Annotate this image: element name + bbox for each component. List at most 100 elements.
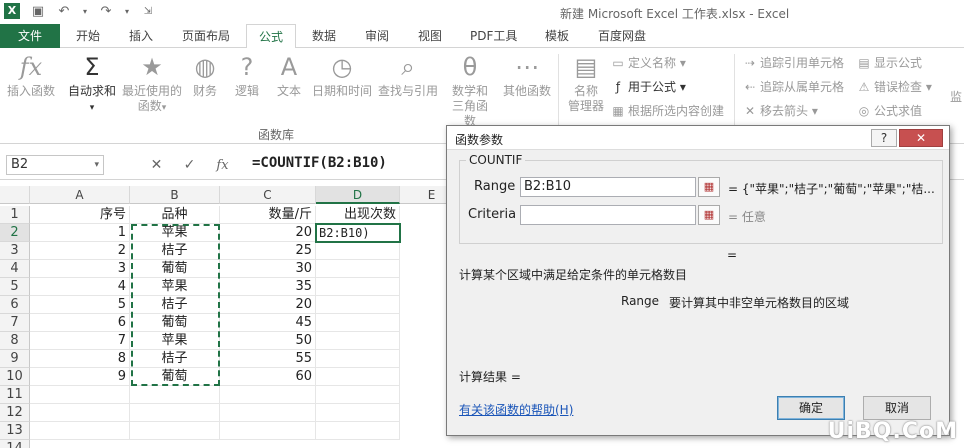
- row-header-3[interactable]: 3: [0, 242, 30, 260]
- name-box-dropdown-icon[interactable]: ▾: [94, 156, 99, 174]
- empty-cell[interactable]: [30, 422, 130, 440]
- column-header-a[interactable]: A: [30, 186, 130, 204]
- column-header-d[interactable]: D: [316, 186, 400, 204]
- financial-button[interactable]: ◍ 财务: [188, 52, 222, 99]
- empty-cell[interactable]: [220, 422, 316, 440]
- show-formulas-button[interactable]: ▤ 显示公式: [856, 54, 922, 72]
- empty-cell[interactable]: [316, 332, 400, 350]
- column-header-c[interactable]: C: [220, 186, 316, 204]
- tab-view[interactable]: 视图: [418, 24, 442, 48]
- watch-window-partial[interactable]: 监: [950, 88, 962, 106]
- tab-templates[interactable]: 模板: [545, 24, 569, 48]
- cell-c6[interactable]: 20: [220, 296, 316, 314]
- row-header-2[interactable]: 2: [0, 224, 30, 242]
- empty-cell[interactable]: [316, 422, 400, 440]
- formula-input[interactable]: =COUNTIF(B2:B10): [252, 155, 387, 171]
- cell-c1[interactable]: 数量/斤: [220, 206, 316, 224]
- tab-pdf-tools[interactable]: PDF工具: [470, 24, 517, 48]
- more-functions-button[interactable]: ⋯ 其他函数: [502, 52, 552, 99]
- row-header-9[interactable]: 9: [0, 350, 30, 368]
- redo-dropdown-icon[interactable]: ▾: [124, 7, 130, 16]
- tab-review[interactable]: 审阅: [365, 24, 389, 48]
- logical-button[interactable]: ? 逻辑: [230, 52, 264, 99]
- cell-c2[interactable]: 20: [220, 224, 316, 242]
- customize-qat-icon[interactable]: ⇲: [140, 6, 156, 17]
- cell-a1[interactable]: 序号: [30, 206, 130, 224]
- cell-c5[interactable]: 35: [220, 278, 316, 296]
- cell-b1[interactable]: 品种: [130, 206, 220, 224]
- error-checking-button[interactable]: ⚠ 错误检查 ▾: [856, 78, 932, 96]
- save-icon[interactable]: ▣: [30, 4, 46, 19]
- empty-cell[interactable]: [30, 404, 130, 422]
- tab-file[interactable]: 文件: [0, 24, 60, 48]
- undo-icon[interactable]: ↶: [56, 4, 72, 19]
- row-header-7[interactable]: 7: [0, 314, 30, 332]
- name-manager-button[interactable]: ▤ 名称 管理器: [564, 52, 608, 114]
- autosum-button[interactable]: Σ 自动求和 ▾: [64, 52, 120, 116]
- insert-function-button[interactable]: fx 插入函数: [4, 52, 58, 99]
- create-from-selection-button[interactable]: ▦ 根据所选内容创建: [610, 102, 724, 120]
- empty-cell[interactable]: [220, 386, 316, 404]
- tab-home[interactable]: 开始: [76, 24, 100, 48]
- empty-cell[interactable]: [316, 350, 400, 368]
- empty-cell[interactable]: [130, 404, 220, 422]
- tab-formulas[interactable]: 公式: [246, 24, 296, 49]
- row-header-4[interactable]: 4: [0, 260, 30, 278]
- row-header-10[interactable]: 10: [0, 368, 30, 386]
- cell-a2[interactable]: 1: [30, 224, 130, 242]
- row-header-8[interactable]: 8: [0, 332, 30, 350]
- redo-icon[interactable]: ↷: [98, 4, 114, 19]
- empty-cell[interactable]: [316, 386, 400, 404]
- cell-c4[interactable]: 30: [220, 260, 316, 278]
- function-help-link[interactable]: 有关该函数的帮助(H): [459, 401, 573, 418]
- dialog-help-button[interactable]: ?: [871, 129, 897, 147]
- enter-entry-icon[interactable]: ✓: [173, 157, 206, 173]
- range-input[interactable]: B2:B10: [520, 177, 696, 197]
- empty-cell[interactable]: [316, 368, 400, 386]
- cell-a4[interactable]: 3: [30, 260, 130, 278]
- empty-cell[interactable]: [316, 242, 400, 260]
- empty-cell[interactable]: [130, 422, 220, 440]
- remove-arrows-button[interactable]: ✕ 移去箭头 ▾: [742, 102, 818, 120]
- cell-c9[interactable]: 55: [220, 350, 316, 368]
- empty-cell[interactable]: [316, 278, 400, 296]
- row-header-1[interactable]: 1: [0, 206, 30, 224]
- date-time-button[interactable]: ◷ 日期和时间: [310, 52, 374, 99]
- evaluate-formula-button[interactable]: ◎ 公式求值: [856, 102, 922, 120]
- use-in-formula-button[interactable]: ƒ 用于公式 ▾: [610, 78, 686, 96]
- cancel-button[interactable]: 取消: [863, 396, 931, 420]
- dialog-close-button[interactable]: ✕: [899, 129, 943, 147]
- column-header-b[interactable]: B: [130, 186, 220, 204]
- select-all-corner[interactable]: [0, 186, 30, 204]
- empty-cell[interactable]: [130, 386, 220, 404]
- cancel-entry-icon[interactable]: ✕: [140, 157, 173, 173]
- cell-a6[interactable]: 5: [30, 296, 130, 314]
- cell-a5[interactable]: 4: [30, 278, 130, 296]
- cell-c8[interactable]: 50: [220, 332, 316, 350]
- empty-cell[interactable]: [220, 404, 316, 422]
- dialog-title-bar[interactable]: 函数参数 ? ✕: [447, 126, 949, 150]
- define-name-button[interactable]: ▭ 定义名称 ▾: [610, 54, 686, 72]
- tab-page-layout[interactable]: 页面布局: [182, 24, 230, 48]
- row-header-5[interactable]: 5: [0, 278, 30, 296]
- cell-a7[interactable]: 6: [30, 314, 130, 332]
- range-collapse-icon[interactable]: ▦: [698, 177, 720, 197]
- row-header-12[interactable]: 12: [0, 404, 30, 422]
- math-trig-button[interactable]: θ 数学和 三角函数: [448, 52, 492, 129]
- insert-function-fx-icon[interactable]: fx: [206, 158, 239, 173]
- cell-c10[interactable]: 60: [220, 368, 316, 386]
- cell-a9[interactable]: 8: [30, 350, 130, 368]
- cell-c7[interactable]: 45: [220, 314, 316, 332]
- row-header-6[interactable]: 6: [0, 296, 30, 314]
- text-button[interactable]: A 文本: [272, 52, 306, 99]
- criteria-collapse-icon[interactable]: ▦: [698, 205, 720, 225]
- cell-a10[interactable]: 9: [30, 368, 130, 386]
- tab-data[interactable]: 数据: [312, 24, 336, 48]
- cell-a3[interactable]: 2: [30, 242, 130, 260]
- tab-baidu-netdisk[interactable]: 百度网盘: [598, 24, 646, 48]
- criteria-input[interactable]: [520, 205, 696, 225]
- empty-cell[interactable]: [316, 314, 400, 332]
- empty-cell[interactable]: [316, 296, 400, 314]
- row-header-14[interactable]: 14: [0, 440, 30, 448]
- row-header-13[interactable]: 13: [0, 422, 30, 440]
